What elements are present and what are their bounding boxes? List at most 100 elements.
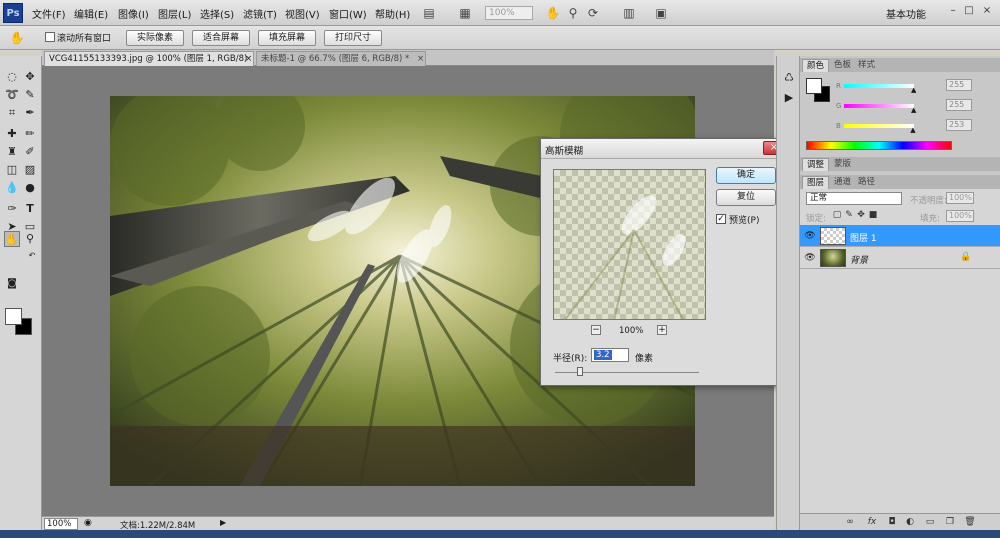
dodge-tool-icon[interactable]: ● [22, 180, 38, 196]
hand-tool-preset-icon[interactable]: ✋ [8, 29, 26, 47]
r-slider[interactable] [844, 84, 914, 88]
g-slider-thumb[interactable]: ▲ [911, 107, 916, 114]
move-tool-icon[interactable]: ✥ [22, 69, 38, 85]
menu-file[interactable]: 文件(F) [32, 6, 66, 21]
bridge-icon[interactable]: ▤ [420, 4, 438, 22]
zoom-level-select[interactable]: 100% [485, 6, 533, 20]
arrange-documents-icon[interactable]: ▥ [620, 4, 638, 22]
workspace-switcher[interactable]: 基本功能 [886, 6, 926, 21]
fit-screen-button[interactable]: 适合屏幕 [192, 30, 250, 46]
lock-position-icon[interactable]: ✥ [856, 210, 866, 221]
hand-icon[interactable]: ✋ [544, 4, 562, 22]
menu-edit[interactable]: 编辑(E) [74, 6, 108, 21]
b-value[interactable]: 253 [946, 119, 972, 131]
tab-layers[interactable]: 图层 [802, 176, 830, 189]
eraser-tool-icon[interactable]: ◫ [4, 162, 20, 178]
layer-row-layer1[interactable]: 👁 图层 1 [800, 225, 1000, 247]
status-menu-icon[interactable]: ◉ [84, 518, 92, 528]
quick-select-tool-icon[interactable]: ✎ [22, 87, 38, 103]
layer-style-icon[interactable]: fx [866, 516, 878, 528]
filter-preview[interactable] [553, 169, 706, 320]
layer-row-background[interactable]: 👁 背景 🔒 [800, 247, 1000, 269]
screen-mode-icon[interactable]: ▣ [652, 4, 670, 22]
menu-select[interactable]: 选择(S) [200, 6, 234, 21]
maximize-button[interactable]: □ [962, 4, 976, 18]
blur-tool-icon[interactable]: 💧 [4, 180, 20, 196]
radius-input[interactable]: 3.2 [591, 348, 629, 362]
adjustment-layer-icon[interactable]: ◐ [904, 516, 916, 528]
color-spectrum[interactable] [806, 141, 952, 150]
tab-paths[interactable]: 路径 [854, 176, 879, 189]
lock-transparency-icon[interactable]: ▢ [832, 210, 842, 221]
new-group-icon[interactable]: ▭ [924, 516, 936, 528]
brush-tool-icon[interactable]: ✏ [22, 126, 38, 142]
reset-button[interactable]: 复位 [716, 189, 776, 206]
tab-adjustments[interactable]: 调整 [802, 158, 830, 171]
zoom-tool-icon[interactable]: ⚲ [22, 231, 38, 247]
rotate-view-icon[interactable]: ⟳ [584, 4, 602, 22]
new-layer-icon[interactable]: ❐ [944, 516, 956, 528]
eye-icon[interactable]: 👁 [804, 253, 816, 263]
tab-close-icon[interactable]: × [245, 52, 252, 66]
menu-image[interactable]: 图像(I) [118, 6, 149, 21]
b-slider-thumb[interactable]: ▲ [910, 127, 915, 134]
zoom-field[interactable]: 100% [44, 518, 78, 530]
g-slider[interactable] [844, 104, 914, 108]
tab-document-2[interactable]: 未标题-1 @ 66.7% (图层 6, RGB/8) * × [256, 51, 426, 66]
r-value[interactable]: 255 [946, 79, 972, 91]
type-tool-icon[interactable]: T [22, 201, 38, 217]
gradient-tool-icon[interactable]: ▨ [22, 162, 38, 178]
hand-tool-icon[interactable]: ✋ [4, 231, 20, 247]
ok-button[interactable]: 确定 [716, 167, 776, 184]
actual-pixels-button[interactable]: 实际像素 [126, 30, 184, 46]
link-layers-icon[interactable]: ∞ [844, 516, 856, 528]
tab-swatches[interactable]: 色板 [830, 59, 855, 72]
tab-masks[interactable]: 蒙版 [830, 158, 855, 171]
radius-slider-thumb[interactable] [577, 367, 583, 376]
fill-screen-button[interactable]: 填充屏幕 [258, 30, 316, 46]
opacity-field[interactable]: 100% [946, 192, 974, 204]
lasso-tool-icon[interactable]: ➰ [4, 87, 20, 103]
swap-colors-icon[interactable]: ↶ [24, 248, 40, 264]
status-arrow-icon[interactable]: ▶ [220, 518, 226, 527]
tab-channels[interactable]: 通道 [830, 176, 855, 189]
g-value[interactable]: 255 [946, 99, 972, 111]
actions-panel-icon[interactable]: ▶ [781, 90, 797, 106]
zoom-icon[interactable]: ⚲ [564, 4, 582, 22]
minimize-button[interactable]: – [946, 4, 960, 18]
clone-stamp-tool-icon[interactable]: ♜ [4, 144, 20, 160]
close-button[interactable]: × [980, 4, 994, 18]
tab-close-icon[interactable]: × [417, 52, 424, 66]
scroll-all-windows-checkbox[interactable] [45, 32, 55, 42]
history-brush-tool-icon[interactable]: ✐ [22, 144, 38, 160]
marquee-tool-icon[interactable]: ◌ [4, 69, 20, 85]
zoom-in-button[interactable]: + [657, 325, 667, 335]
crop-tool-icon[interactable]: ⌗ [4, 105, 20, 121]
b-slider[interactable] [844, 124, 914, 128]
blend-mode-select[interactable]: 正常 [806, 192, 902, 205]
foreground-color-swatch[interactable] [5, 308, 22, 325]
lock-all-icon[interactable]: ■ [868, 210, 878, 221]
menu-filter[interactable]: 滤镜(T) [243, 6, 277, 21]
layer-mask-icon[interactable]: ◘ [886, 516, 898, 528]
lock-pixels-icon[interactable]: ✎ [844, 210, 854, 221]
r-slider-thumb[interactable]: ▲ [911, 87, 916, 94]
menu-help[interactable]: 帮助(H) [375, 6, 410, 21]
eyedropper-tool-icon[interactable]: ✒ [22, 105, 38, 121]
fill-field[interactable]: 100% [946, 210, 974, 222]
tab-document-1[interactable]: VCG41155133393.jpg @ 100% (图层 1, RGB/8) … [44, 51, 254, 78]
tab-color[interactable]: 颜色 [802, 59, 830, 72]
panel-foreground-swatch[interactable] [806, 78, 822, 94]
dialog-titlebar[interactable]: 高斯模糊 × [541, 139, 787, 159]
zoom-out-button[interactable]: − [591, 325, 601, 335]
eye-icon[interactable]: 👁 [804, 231, 816, 241]
pen-tool-icon[interactable]: ✑ [4, 201, 20, 217]
history-panel-icon[interactable]: ♺ [781, 70, 797, 86]
print-size-button[interactable]: 打印尺寸 [324, 30, 382, 46]
menu-view[interactable]: 视图(V) [285, 6, 320, 21]
delete-layer-icon[interactable]: 🗑 [964, 516, 976, 528]
preview-checkbox[interactable]: ✓ [716, 214, 726, 224]
tab-styles[interactable]: 样式 [854, 59, 879, 72]
view-extras-icon[interactable]: ▦ [456, 4, 474, 22]
menu-window[interactable]: 窗口(W) [329, 6, 367, 21]
